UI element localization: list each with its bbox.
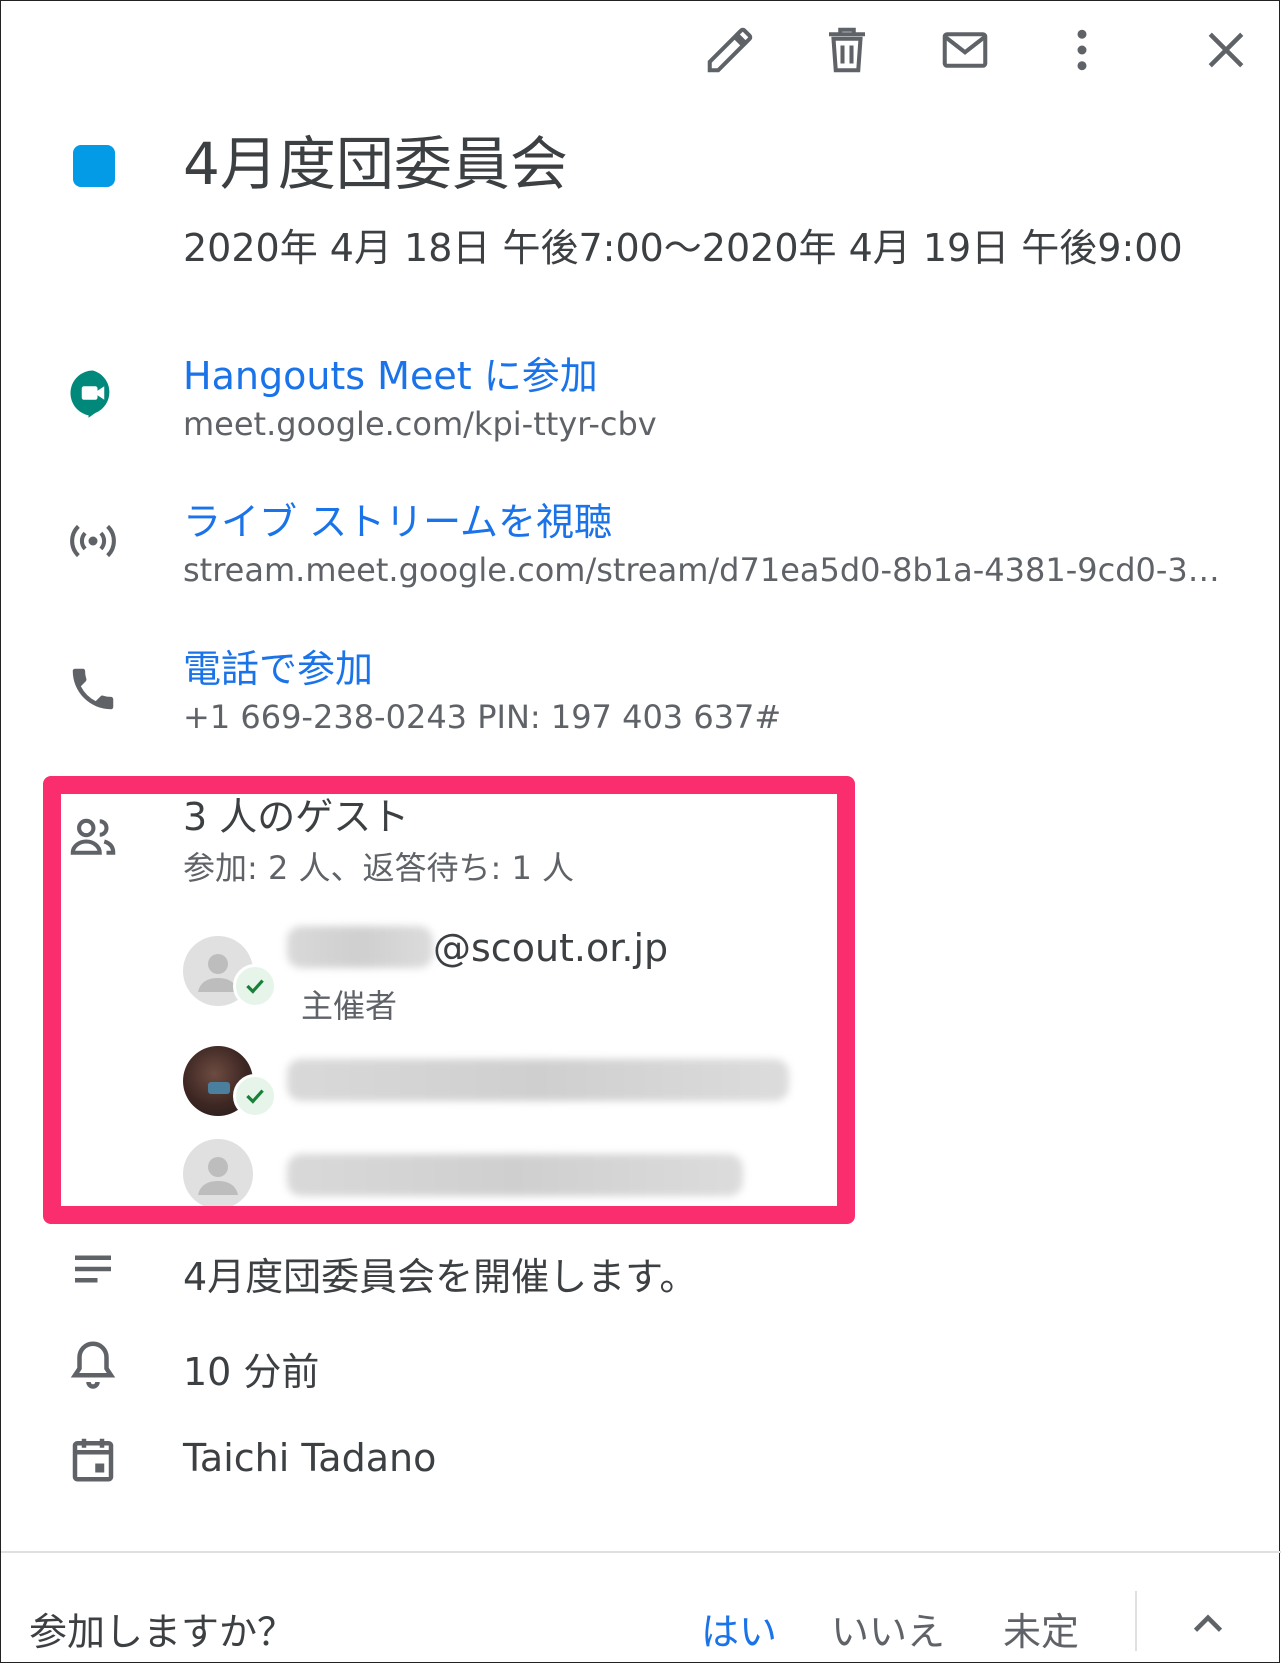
event-details-panel: 4月度団委員会 2020年 4月 18日 午後7:00〜2020年 4月 19日… xyxy=(0,0,1281,1663)
pencil-icon[interactable] xyxy=(699,19,761,81)
event-datetime: 2020年 4月 18日 午後7:00〜2020年 4月 19日 午後9:00 xyxy=(183,226,1183,270)
event-title: 4月度団委員会 xyxy=(183,130,568,198)
broadcast-icon xyxy=(63,511,123,571)
meet-url: meet.google.com/kpi-ttyr-cbv xyxy=(183,405,657,443)
footer-separator xyxy=(1135,1591,1137,1651)
rsvp-question: 参加しますか？ xyxy=(29,1610,296,1654)
trash-icon[interactable] xyxy=(816,19,878,81)
rsvp-maybe-button[interactable]: 未定 xyxy=(1003,1601,1079,1656)
reminder: 10 分前 xyxy=(183,1350,320,1394)
live-stream-link[interactable]: ライブ ストリームを視聴 xyxy=(183,491,612,546)
bell-icon xyxy=(63,1334,123,1394)
footer-divider xyxy=(1,1551,1281,1553)
phone-icon xyxy=(63,659,123,719)
join-meet-link[interactable]: Hangouts Meet に参加 xyxy=(183,345,598,400)
join-by-phone-link[interactable]: 電話で参加 xyxy=(183,638,373,693)
more-vert-icon[interactable] xyxy=(1051,19,1113,81)
notes-icon xyxy=(63,1239,123,1299)
phone-details: +1 669-238-0243 PIN: 197 403 637# xyxy=(183,698,782,736)
stream-url: stream.meet.google.com/stream/d71ea5d0-8… xyxy=(183,551,1220,589)
rsvp-yes-button[interactable]: はい xyxy=(701,1601,777,1656)
calendar-icon xyxy=(63,1429,123,1489)
close-icon[interactable] xyxy=(1195,19,1257,81)
rsvp-no-button[interactable]: いいえ xyxy=(831,1601,945,1656)
event-description: 4月度団委員会を開催します。 xyxy=(183,1255,698,1299)
envelope-icon[interactable] xyxy=(934,19,996,81)
event-color-chip xyxy=(73,145,115,187)
guest-highlight-box xyxy=(43,776,855,1224)
meet-icon xyxy=(63,363,123,423)
chevron-up-icon[interactable] xyxy=(1183,1599,1233,1649)
calendar-owner: Taichi Tadano xyxy=(183,1436,437,1480)
